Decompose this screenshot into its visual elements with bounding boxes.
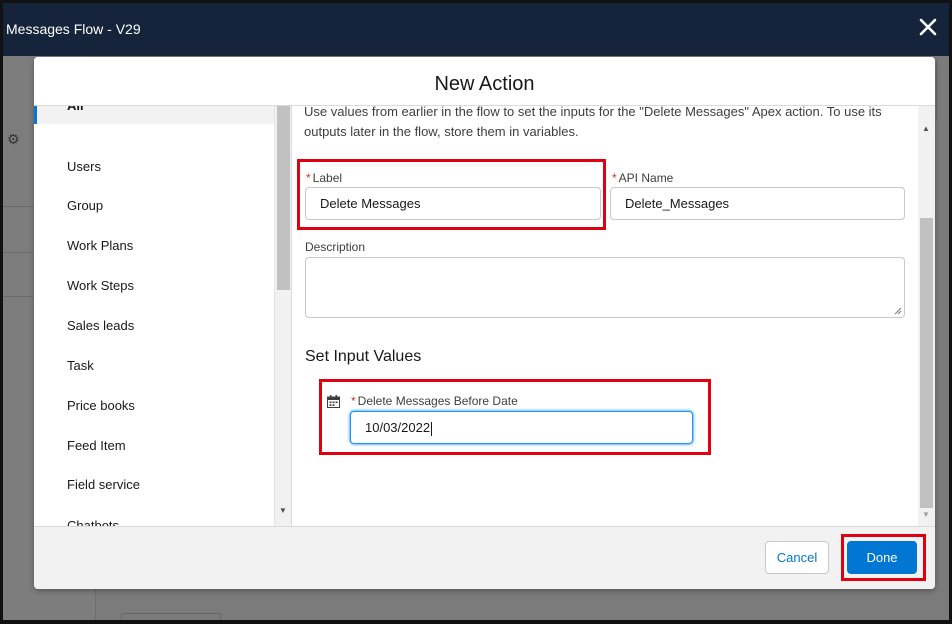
new-action-modal: New Action All Users Group Work Plans Wo… — [34, 57, 935, 589]
date-input-value: 10/03/2022 — [365, 420, 431, 435]
api-name-input[interactable]: Delete_Messages — [610, 187, 905, 220]
category-list-panel: All Users Group Work Plans Work Steps Sa… — [34, 106, 291, 526]
label-input[interactable]: Delete Messages — [305, 187, 601, 220]
category-item-chatbots[interactable]: Chatbots — [67, 518, 119, 526]
divider — [3, 296, 33, 297]
screenshot-frame: Messages Flow - V29 ⚙ New Action All Use… — [0, 0, 952, 624]
api-name-field-label: * API Name — [612, 171, 673, 185]
modal-header: New Action — [34, 57, 935, 106]
background-panel-edge — [936, 61, 946, 121]
modal-title: New Action — [434, 73, 535, 95]
intro-text: Use values from earlier in the flow to s… — [304, 106, 882, 139]
action-config-panel: Use values from earlier in the flow to s… — [292, 106, 935, 526]
category-item-all[interactable]: All — [34, 106, 274, 124]
category-item-work-steps[interactable]: Work Steps — [67, 278, 134, 293]
required-marker: * — [612, 171, 617, 185]
description-field-label: Description — [305, 240, 366, 254]
date-field-label-text: Delete Messages Before Date — [357, 394, 518, 408]
api-name-field-label-text: API Name — [618, 171, 674, 185]
calendar-icon — [327, 395, 340, 408]
category-item-group[interactable]: Group — [67, 198, 103, 213]
category-item-users[interactable]: Users — [67, 159, 101, 174]
label-field-label-text: Label — [312, 171, 343, 185]
scrollbar-thumb[interactable] — [920, 218, 933, 508]
background-toolbar — [121, 613, 221, 620]
scroll-down-arrow-icon[interactable]: ▼ — [922, 510, 930, 519]
required-marker: * — [306, 171, 311, 185]
resize-handle-icon[interactable] — [894, 307, 902, 315]
divider — [3, 252, 33, 253]
scroll-up-arrow-icon[interactable]: ▲ — [922, 124, 930, 133]
cancel-button[interactable]: Cancel — [765, 541, 829, 574]
divider — [3, 206, 33, 207]
category-scrollbar[interactable]: ▼ — [274, 106, 291, 526]
scrollbar-thumb[interactable] — [277, 106, 290, 290]
delete-before-date-input[interactable]: 10/03/2022 — [350, 411, 693, 444]
close-icon[interactable] — [917, 16, 939, 38]
category-item-sales-leads[interactable]: Sales leads — [67, 318, 134, 333]
category-item-task[interactable]: Task — [67, 358, 94, 373]
label-field-label: * Label — [306, 171, 342, 185]
app-header: Messages Flow - V29 — [3, 3, 949, 56]
category-item-feed-item[interactable]: Feed Item — [67, 438, 126, 453]
required-marker: * — [351, 394, 356, 408]
section-title: Set Input Values — [305, 348, 422, 365]
scroll-down-arrow-icon[interactable]: ▼ — [279, 506, 287, 515]
gear-icon: ⚙ — [7, 131, 20, 147]
category-item-field-service[interactable]: Field service — [67, 477, 140, 492]
flow-title: Messages Flow - V29 — [6, 21, 141, 37]
done-button[interactable]: Done — [847, 541, 917, 574]
modal-footer: Cancel Done — [34, 526, 935, 589]
description-textarea[interactable] — [305, 257, 905, 318]
category-item-work-plans[interactable]: Work Plans — [67, 238, 133, 253]
text-cursor — [431, 421, 433, 436]
form-scrollbar[interactable]: ▲ ▼ — [918, 106, 935, 526]
category-item-price-books[interactable]: Price books — [67, 398, 135, 413]
date-field-label: * Delete Messages Before Date — [351, 394, 518, 408]
